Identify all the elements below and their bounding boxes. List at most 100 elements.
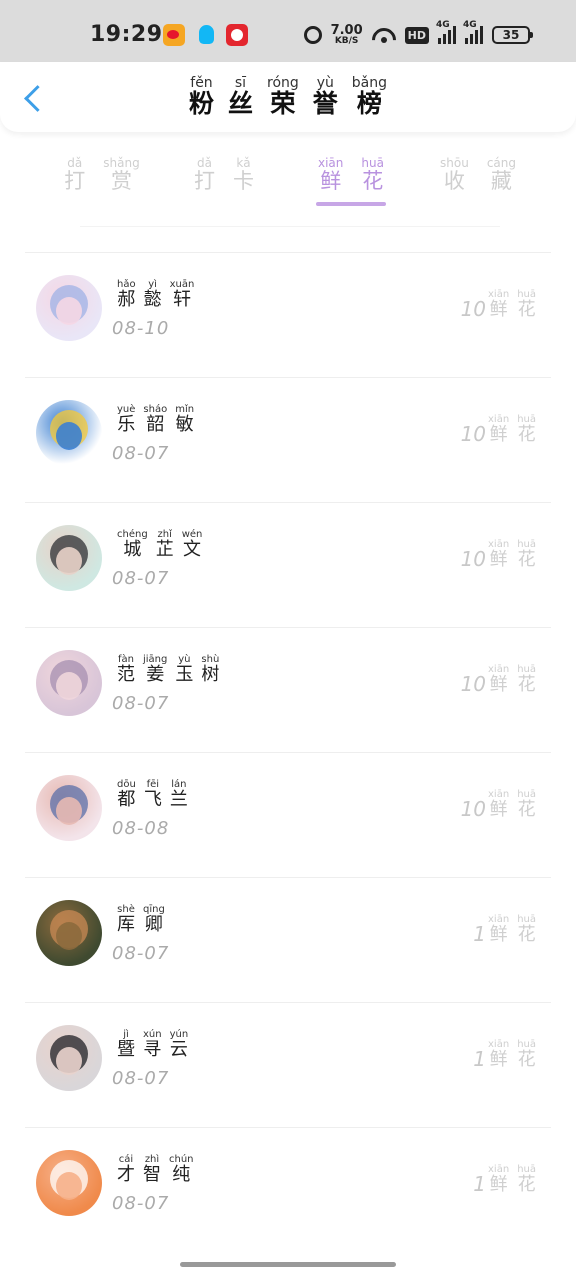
list-item[interactable]: shè 厍 qīng 卿 08-07 1 xiān 鲜 huā 花 [0,877,576,1002]
battery-icon: 35 [492,26,533,44]
flower-count-value: 10 [460,421,487,446]
hanzi: 丝 [227,89,253,118]
hanzi: 花 [517,1049,536,1070]
pinyin: bǎng [351,75,388,91]
ruby-char: xiān 鲜 [488,790,509,821]
hanzi: 乐 [117,414,136,435]
hanzi: 文 [183,539,202,560]
hanzi: 卿 [144,914,163,935]
pinyin: yù [316,75,334,91]
tab-label: dǎ 打 kǎ 卡 [194,157,254,193]
pinyin: xiān [318,156,344,170]
ruby-char: bǎng 榜 [352,76,387,119]
divider [25,502,551,503]
divider [25,877,551,878]
fan-name: shè 厍 qīng 卿 [117,897,165,936]
ruby-char: xún 寻 [143,1030,162,1061]
ruby-char: chún 纯 [169,1155,194,1186]
list-item[interactable]: yuè 乐 sháo 韶 mǐn 敏 08-07 10 xiān 鲜 huā 花 [0,377,576,502]
hanzi: 鲜 [489,424,508,445]
list-item[interactable]: jì 暨 xún 寻 yún 云 08-07 1 xiān 鲜 huā 花 [0,1002,576,1127]
hanzi: 赏 [111,169,132,193]
hanzi: 鲜 [489,299,508,320]
ruby-char: zhǐ 芷 [156,530,174,561]
ruby-char: sháo 韶 [143,405,167,436]
tab-flowers[interactable]: xiān 鲜 huā 花 [291,152,411,193]
hanzi: 智 [143,1164,161,1185]
hanzi: 鲜 [320,169,342,193]
list-item[interactable]: fàn 范 jiāng 姜 yù 玉 shù 树 08-07 10 xiān 鲜 huā 花 [0,627,576,752]
ruby-char: fēi 飞 [144,780,162,811]
ruby-char: shè 厍 [117,905,135,936]
ruby-char: yì 懿 [144,280,162,311]
hanzi: 鲜 [489,674,508,695]
ruby-char: huā 花 [361,157,384,193]
avatar[interactable] [36,900,102,966]
list-item[interactable]: cái 才 zhì 智 chún 纯 08-07 1 xiān 鲜 huā 花 [0,1127,576,1252]
tab-favorites[interactable]: shōu 收 cáng 藏 [418,152,538,193]
avatar[interactable] [36,650,102,716]
flower-label: xiān 鲜 huā 花 [488,665,536,696]
ruby-char: róng 荣 [267,76,299,119]
avatar[interactable] [36,1150,102,1216]
flower-label: xiān 鲜 huā 花 [488,1040,536,1071]
hanzi: 厍 [117,914,135,935]
hanzi: 荣 [270,89,296,118]
hanzi: 誉 [312,89,338,118]
qq-notification-icon [196,24,218,46]
flower-count: 1 xiān 鲜 huā 花 [473,915,536,946]
avatar[interactable] [36,1025,102,1091]
flower-count: 1 xiān 鲜 huā 花 [473,1165,536,1196]
ruby-char: xiān 鲜 [318,157,343,193]
divider [25,377,551,378]
ruby-char: huā 花 [517,415,536,446]
list-item[interactable]: chéng 城 zhǐ 芷 wén 文 08-07 10 xiān 鲜 huā 花 [0,502,576,627]
hanzi: 飞 [143,789,162,810]
fan-date: 08-08 [112,818,170,839]
status-bar: 19:29 7.00 KB/S HD 4G 4G 35 [0,0,576,62]
hanzi: 敏 [175,414,194,435]
signal-icon: 4G [436,20,456,44]
ruby-char: dǎ 打 [64,157,85,193]
flower-count-value: 10 [460,796,487,821]
network-speed-unit: KB/S [334,36,359,46]
ruby-char: yún 云 [170,1030,189,1061]
avatar[interactable] [36,525,102,591]
avatar[interactable] [36,400,102,466]
ruby-char: hǎo 郝 [117,280,136,311]
hanzi: 姜 [146,664,165,685]
divider [25,1002,551,1003]
flower-count-value: 1 [473,1046,487,1071]
home-indicator[interactable] [180,1262,396,1267]
ruby-char: zhì 智 [143,1155,161,1186]
ruby-char: jì 暨 [117,1030,135,1061]
ruby-char: huā 花 [517,915,536,946]
ruby-char: cáng 藏 [487,157,516,193]
hanzi: 花 [517,799,536,820]
ruby-char: huā 花 [517,290,536,321]
flower-count-value: 10 [460,546,487,571]
signal-label: 4G [436,20,450,30]
flower-label: xiān 鲜 huā 花 [488,540,536,571]
flower-count-value: 1 [473,921,487,946]
tab-tip[interactable]: dǎ 打 shǎng 赏 [42,152,162,193]
avatar[interactable] [36,775,102,841]
pinyin: sī [234,75,247,91]
ruby-char: sī 丝 [228,76,253,119]
list-item[interactable]: hǎo 郝 yì 懿 xuān 轩 08-10 10 xiān 鲜 huā 花 [0,252,576,377]
flower-label: xiān 鲜 huā 花 [488,290,536,321]
ruby-char: huā 花 [517,1165,536,1196]
tab-checkin[interactable]: dǎ 打 kǎ 卡 [164,152,284,193]
ruby-char: chéng 城 [117,530,148,561]
avatar[interactable] [36,275,102,341]
tab-label: shōu 收 cáng 藏 [440,157,516,193]
wifi-icon [372,26,396,44]
flower-label: xiān 鲜 huā 花 [488,415,536,446]
hanzi: 花 [517,299,536,320]
hanzi: 寻 [143,1039,162,1060]
ruby-char: huā 花 [517,790,536,821]
ruby-char: yù 誉 [313,76,338,119]
list-item[interactable]: dōu 都 fēi 飞 lán 兰 08-08 10 xiān 鲜 huā 花 [0,752,576,877]
hanzi: 城 [123,539,142,560]
divider [25,752,551,753]
